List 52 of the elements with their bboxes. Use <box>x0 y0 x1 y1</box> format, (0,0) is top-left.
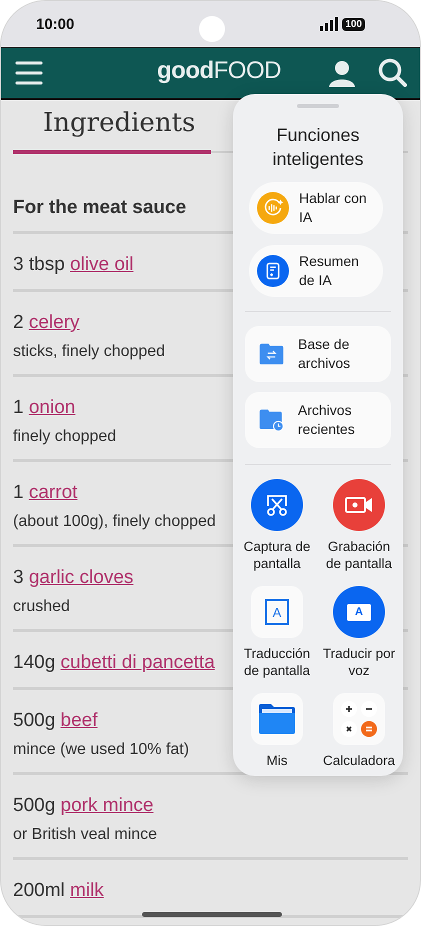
ingredient-name: 140g cubetti di pancetta <box>13 651 215 675</box>
file-option[interactable]: Archivos recientes <box>245 392 391 448</box>
folder-icon <box>251 693 303 745</box>
ingredients-tab[interactable]: Ingredients <box>13 108 211 154</box>
ingredient-note: (about 100g), finely chopped <box>13 513 216 531</box>
file-option[interactable]: Base de archivos <box>245 326 391 382</box>
document-icon <box>257 254 289 288</box>
ingredient-note: mince (we used 10% fat) <box>13 741 190 759</box>
ingredient-link[interactable]: olive oil <box>70 254 134 275</box>
calculator-icon <box>333 693 385 745</box>
ingredient-link[interactable]: cubetti di pancetta <box>60 652 215 673</box>
ingredient-name: 500g beef <box>13 709 98 733</box>
ingredient-link[interactable]: beef <box>60 710 98 731</box>
ingredient-link[interactable]: onion <box>28 397 76 418</box>
ingredient-name: 500g pork mince <box>13 794 154 818</box>
speech-bubble-icon: A <box>333 586 385 638</box>
ingredient-link[interactable]: celery <box>28 312 80 333</box>
ai-option[interactable]: Hablar con IA <box>249 182 383 234</box>
drag-handle[interactable] <box>297 104 339 108</box>
user-icon[interactable] <box>328 59 356 87</box>
ingredient-link[interactable]: pork mince <box>60 795 154 816</box>
tool-shortcut[interactable]: A Traducir por voz <box>319 586 399 679</box>
translate-screen-icon: A <box>251 586 303 638</box>
tool-shortcut[interactable]: Captura de pantalla <box>237 479 317 572</box>
ingredient-name: 200ml milk <box>13 879 104 903</box>
site-logo[interactable]: goodFOOD <box>157 57 281 85</box>
ingredient-name: 1 carrot <box>13 481 78 505</box>
ingredient-note: crushed <box>13 598 70 616</box>
search-icon[interactable] <box>378 58 408 88</box>
camera-hole <box>199 16 225 42</box>
signal-icon <box>320 17 338 31</box>
ingredient-note: sticks, finely chopped <box>13 343 166 361</box>
ingredient-name: 3 tbsp olive oil <box>13 253 134 277</box>
ai-option[interactable]: Resumen de IA <box>249 245 383 297</box>
ingredient-link[interactable]: milk <box>70 880 104 901</box>
ingredient-name: 3 garlic cloves <box>13 566 134 590</box>
ingredient-note: or British veal mince <box>13 826 158 844</box>
ingredient-name: 2 celery <box>13 311 80 335</box>
tool-shortcut[interactable]: Grabación de pantalla <box>319 479 399 572</box>
ingredient-link[interactable]: carrot <box>28 482 78 503</box>
battery-level: 100 <box>342 18 365 30</box>
tool-shortcut[interactable]: A Traducción de pantalla <box>237 586 317 679</box>
tool-shortcut[interactable]: Calculadora <box>319 693 399 769</box>
status-time: 10:00 <box>36 16 74 32</box>
ingredient-name: 1 onion <box>13 396 76 420</box>
menu-icon[interactable] <box>15 60 43 86</box>
video-camera-icon <box>333 479 385 531</box>
ingredient-link[interactable]: garlic cloves <box>28 567 134 588</box>
tool-shortcut[interactable]: Mis <box>237 693 317 769</box>
ingredient-note: finely chopped <box>13 428 116 446</box>
scissors-icon <box>251 479 303 531</box>
voice-wave-icon <box>257 191 289 225</box>
